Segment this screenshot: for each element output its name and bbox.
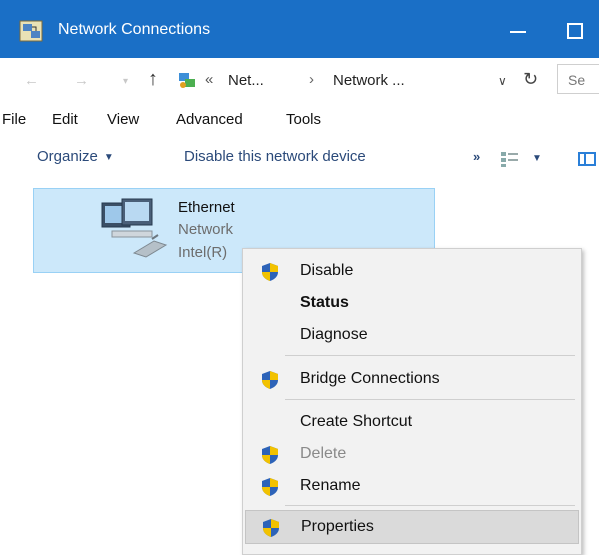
menu-file[interactable]: File [2,111,26,128]
context-item-label: Bridge Connections [300,370,440,387]
preview-pane-icon[interactable] [578,152,596,166]
context-menu: Disable Status Diagnose Bridge Connectio… [242,248,582,555]
disable-device-button[interactable]: Disable this network device [184,148,366,165]
breadcrumb-segment-network-internet[interactable]: Net... [228,72,264,89]
view-options-chevron-icon[interactable]: ▼ [532,153,542,164]
control-panel-icon [179,73,195,88]
context-item-label: Delete [300,445,347,462]
refresh-icon[interactable]: ↻ [523,69,538,90]
back-arrow-icon[interactable]: ← [24,72,39,89]
more-commands-button[interactable]: » [473,149,480,164]
context-item-label: Status [300,294,349,311]
recent-locations-chevron-icon[interactable]: ▾ [123,76,128,87]
menu-separator [285,505,575,506]
uac-shield-icon [262,371,278,389]
search-placeholder: Se [568,72,586,88]
network-adapter-icon [101,198,168,258]
window-title: Network Connections [58,21,211,38]
context-item-label: Properties [301,518,374,535]
context-item-label: Rename [300,477,361,494]
connection-status: Network [178,221,234,238]
change-view-icon[interactable] [500,150,520,168]
context-item-properties[interactable]: Properties [245,510,579,544]
menu-separator [285,399,575,400]
title-bar: Network Connections [0,0,599,58]
maximize-button[interactable] [560,18,594,42]
context-item-rename[interactable]: Rename [245,470,579,502]
network-connections-icon [19,20,43,42]
menu-edit[interactable]: Edit [52,111,78,128]
menu-advanced[interactable]: Advanced [176,111,243,128]
command-toolbar: Organize ▼ Disable this network device » … [0,140,599,178]
connection-adapter: Intel(R) [178,244,228,261]
forward-arrow-icon[interactable]: → [74,72,89,89]
address-overflow-chevron[interactable]: « [205,71,213,88]
menu-view[interactable]: View [107,111,139,128]
context-item-status[interactable]: Status [245,287,579,319]
context-item-delete: Delete [245,438,579,470]
connection-name: Ethernet [178,199,235,216]
context-item-bridge-connections[interactable]: Bridge Connections [245,363,579,395]
uac-shield-icon [263,519,279,537]
uac-shield-icon [262,446,278,464]
uac-shield-icon [262,478,278,496]
context-item-label: Create Shortcut [300,413,413,430]
menu-separator [285,355,575,356]
context-item-create-shortcut[interactable]: Create Shortcut [245,406,579,438]
organize-label: Organize [37,148,98,165]
context-item-diagnose[interactable]: Diagnose [245,319,579,351]
search-input[interactable]: Se [557,64,599,94]
context-item-label: Diagnose [300,326,368,343]
context-item-label: Disable [300,262,354,279]
address-bar-row: ← → ▾ ↑ « Net... › Network ... ∨ ↻ Se [0,58,599,106]
menu-bar: File Edit View Advanced Tools [0,106,599,136]
address-dropdown-icon[interactable]: ∨ [498,74,507,88]
breadcrumb-separator[interactable]: › [309,71,314,88]
breadcrumb-segment-network-connections[interactable]: Network ... [333,72,405,89]
menu-tools[interactable]: Tools [286,111,321,128]
context-item-disable[interactable]: Disable [245,255,579,287]
organize-button[interactable]: Organize ▼ [37,148,114,165]
uac-shield-icon [262,263,278,281]
minimize-button[interactable] [500,22,540,40]
chevron-down-icon: ▼ [103,151,114,163]
up-arrow-icon[interactable]: ↑ [148,68,158,91]
